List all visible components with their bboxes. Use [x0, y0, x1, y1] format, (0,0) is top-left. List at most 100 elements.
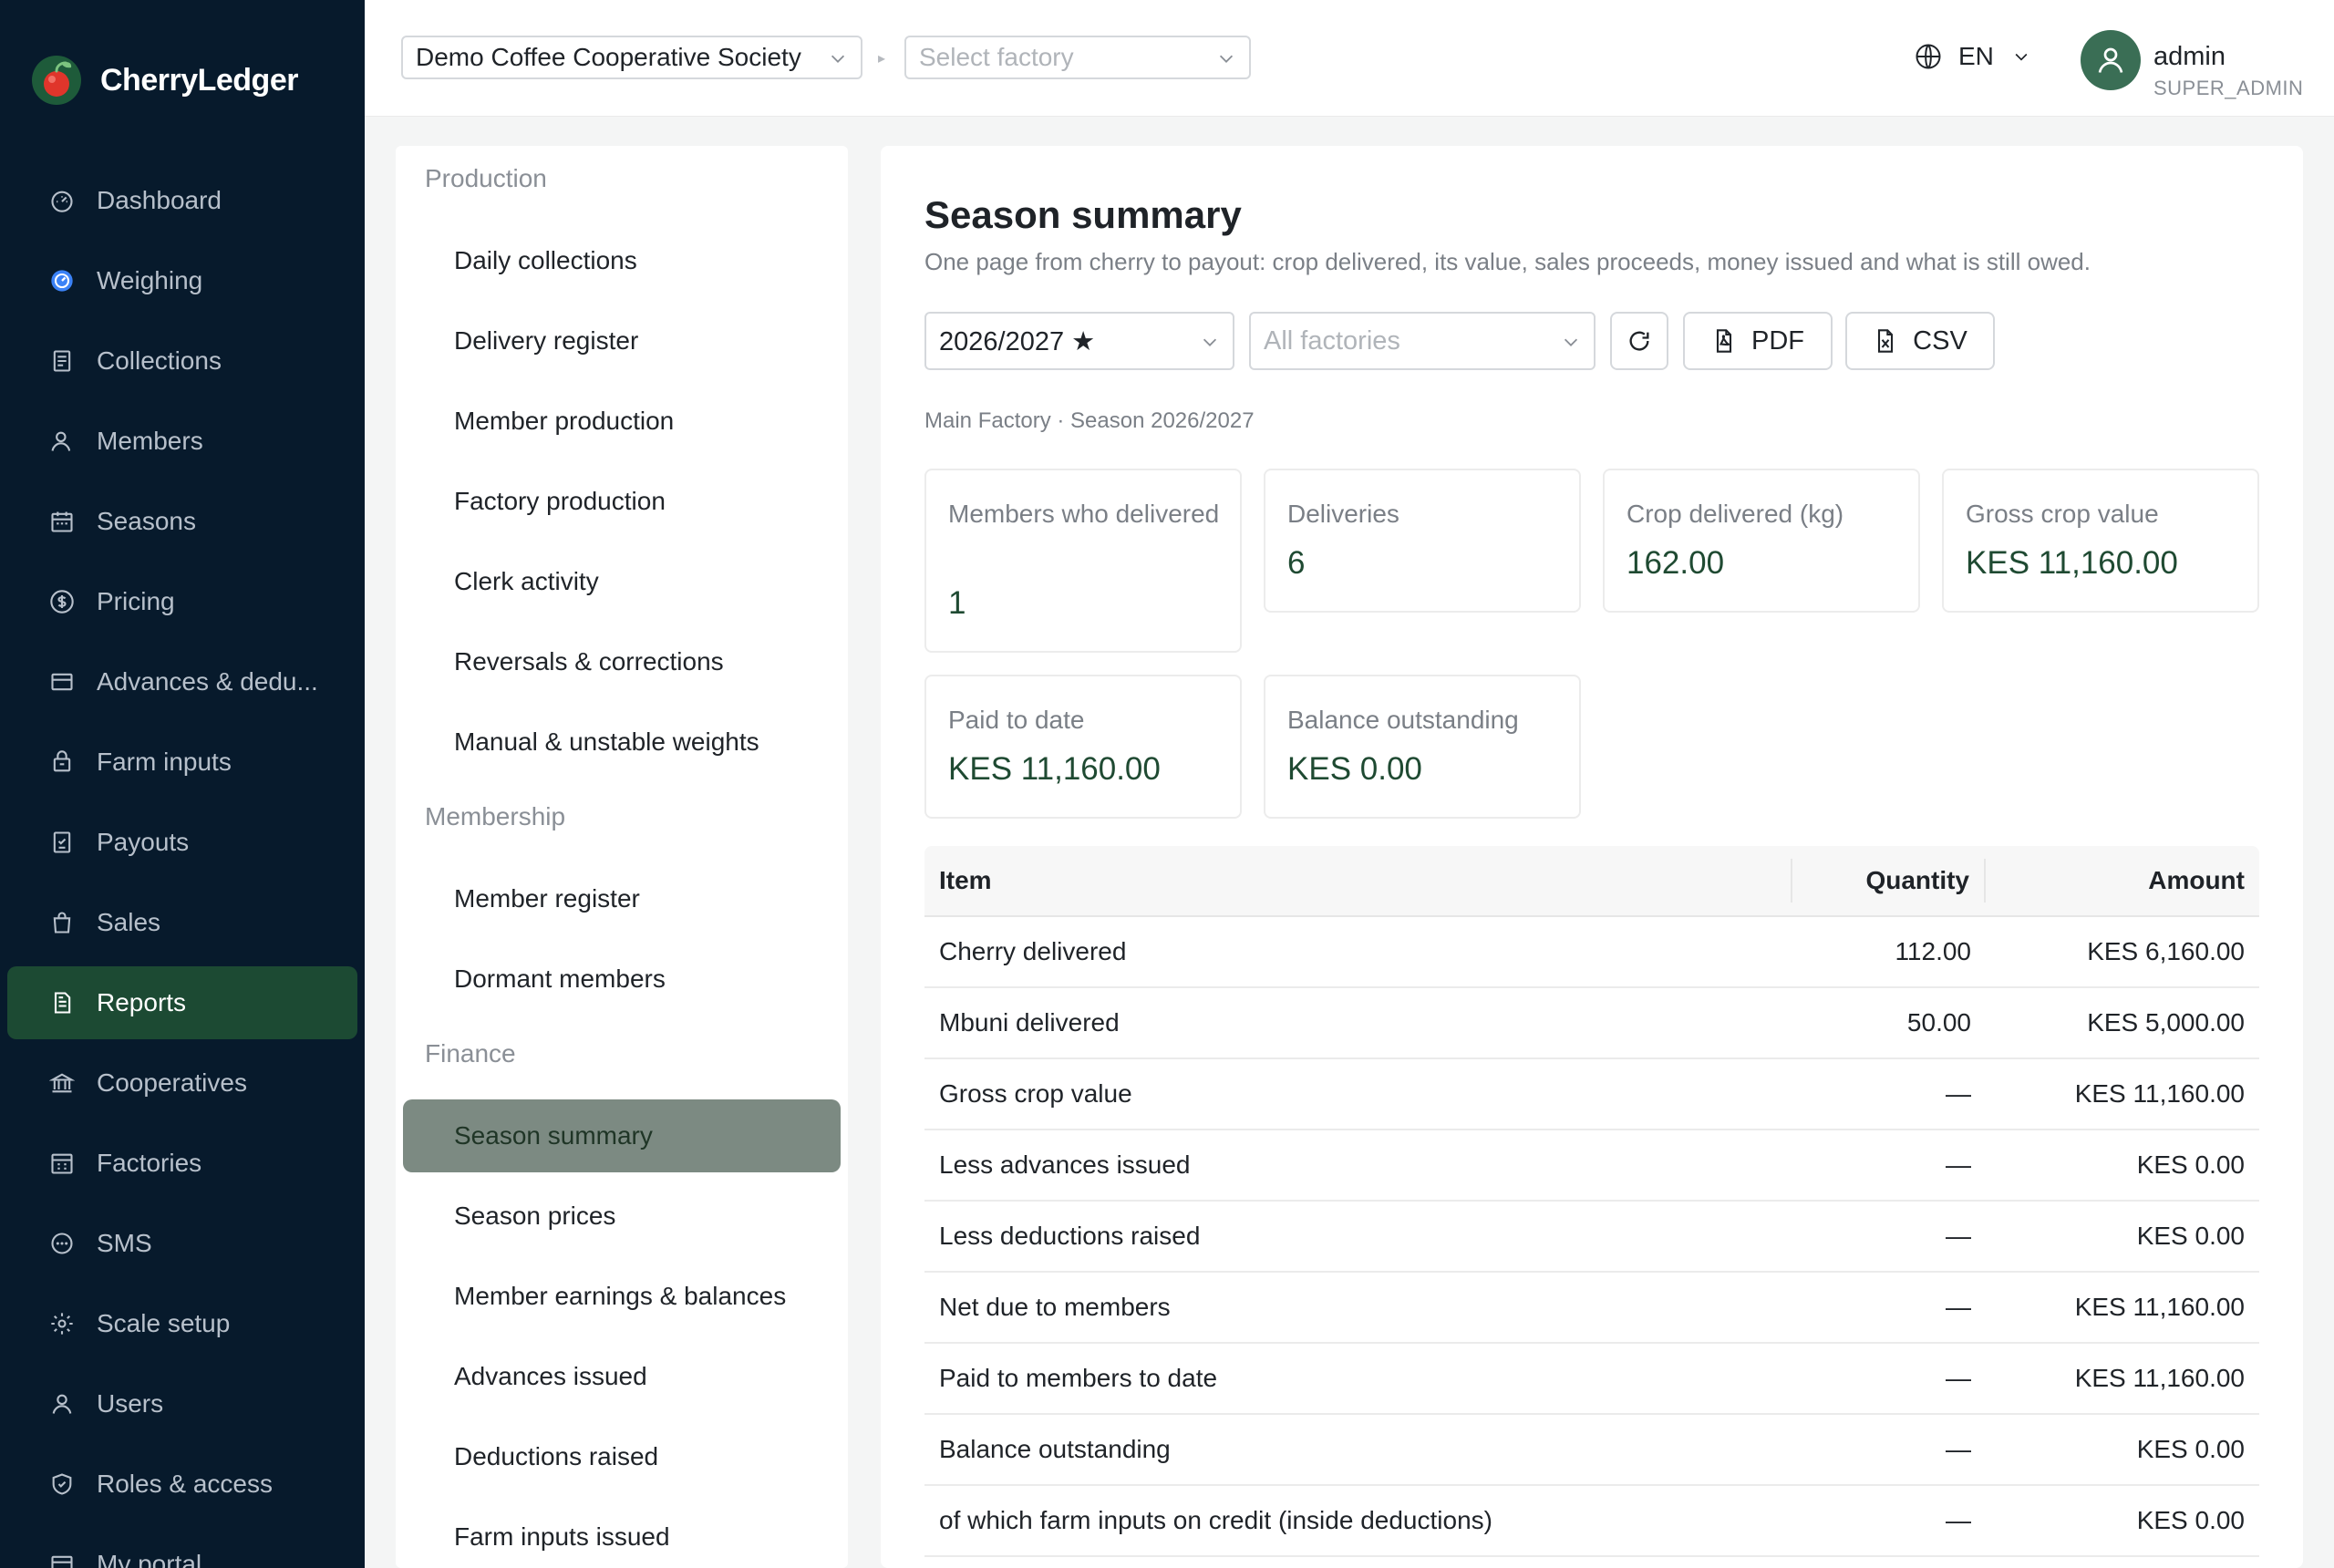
row-amount: KES 0.00 [2136, 1506, 2245, 1534]
menu-item-farm-inputs-issued[interactable]: Farm inputs issued [403, 1501, 841, 1568]
sidebar-item-label: Cooperatives [97, 1068, 247, 1097]
refresh-button[interactable] [1610, 312, 1668, 370]
export-csv-label: CSV [1913, 325, 1967, 356]
sidebar-item-label: My portal [97, 1550, 202, 1568]
row-item: Gross crop value [939, 1079, 1132, 1108]
sidebar-item-seasons[interactable]: Seasons [7, 485, 357, 558]
sidebar-item-label: Factories [97, 1149, 202, 1177]
row-item: of which farm inputs on credit (inside d… [939, 1506, 1492, 1534]
user-name[interactable]: admin [2153, 42, 2226, 72]
sidebar-item-my-portal[interactable]: My portal [7, 1528, 357, 1568]
sidebar-item-cooperatives[interactable]: Cooperatives [7, 1047, 357, 1119]
factory-select-placeholder: Select factory [919, 43, 1074, 71]
brand[interactable]: CherryLedger [31, 55, 298, 106]
table-row: Gross crop value — KES 11,160.00 [924, 1059, 2259, 1130]
sidebar-item-payouts[interactable]: Payouts [7, 806, 357, 879]
sidebar-item-roles[interactable]: Roles & access [7, 1448, 357, 1521]
factory-icon [49, 1150, 75, 1176]
language-switcher[interactable]: EN [1915, 38, 2030, 75]
sidebar-item-reports[interactable]: Reports [7, 966, 357, 1039]
export-pdf-button[interactable]: PDF [1683, 312, 1833, 370]
sidebar-item-label: SMS [97, 1229, 152, 1257]
row-quantity: — [1946, 1435, 1971, 1463]
menu-item-manual-weights[interactable]: Manual & unstable weights [403, 706, 841, 779]
dashboard-icon [49, 188, 75, 213]
factory-select[interactable]: Select factory [904, 36, 1251, 79]
sidebar-item-label: Pricing [97, 587, 175, 615]
row-item: Cherry delivered [939, 937, 1127, 965]
cherry-logo-icon [32, 56, 81, 105]
menu-item-reversals[interactable]: Reversals & corrections [403, 625, 841, 698]
summary-card-label: Deliveries [1287, 500, 1399, 528]
row-amount: KES 6,160.00 [2087, 937, 2245, 965]
sidebar-item-advances[interactable]: Advances & dedu... [7, 645, 357, 718]
sidebar-item-weighing[interactable]: Weighing [7, 244, 357, 317]
calendar-icon [49, 509, 75, 534]
export-csv-button[interactable]: CSV [1845, 312, 1995, 370]
report-scope: Main Factory · Season 2026/2027 [924, 408, 1255, 433]
menu-item-member-production[interactable]: Member production [403, 385, 841, 458]
bank-icon [49, 1070, 75, 1096]
sidebar-item-label: Members [97, 427, 203, 455]
menu-group-title: Production [425, 164, 547, 192]
menu-item-season-summary[interactable]: Season summary [403, 1099, 841, 1172]
gear-icon [49, 1311, 75, 1336]
page-title: Season summary [924, 193, 1242, 236]
table-row: Less advances issued — KES 0.00 [924, 1130, 2259, 1202]
organization-select-value: Demo Coffee Cooperative Society [416, 43, 801, 71]
csv-file-icon [1878, 329, 1894, 353]
menu-group-title: Membership [425, 802, 566, 830]
sidebar-item-sales[interactable]: Sales [7, 886, 357, 959]
sidebar-item-collections[interactable]: Collections [7, 325, 357, 397]
menu-item-daily-collections[interactable]: Daily collections [403, 224, 841, 297]
report-menu: Production Daily collections Delivery re… [396, 146, 848, 1568]
table-row: Balance outstanding — KES 0.00 [924, 1415, 2259, 1486]
season-select[interactable]: 2026/2027 ★ [924, 312, 1234, 370]
globe-icon [1916, 44, 1941, 69]
chevron-down-icon [831, 55, 845, 63]
collections-icon [49, 348, 75, 374]
column-header-quantity[interactable]: Quantity [1791, 859, 1986, 903]
sidebar-item-members[interactable]: Members [7, 405, 357, 478]
summary-card-value: KES 11,160.00 [948, 751, 1161, 787]
row-amount: KES 0.00 [2136, 1150, 2245, 1179]
sidebar-item-dashboard[interactable]: Dashboard [7, 164, 357, 237]
menu-item-member-earnings[interactable]: Member earnings & balances [403, 1260, 841, 1333]
sidebar-item-users[interactable]: Users [7, 1367, 357, 1440]
column-header-item[interactable]: Item [924, 866, 1791, 895]
row-item: Paid to members to date [939, 1364, 1218, 1392]
sidebar-item-farm-inputs[interactable]: Farm inputs [7, 726, 357, 799]
summary-card-crop-delivered: Crop delivered (kg) 162.00 [1603, 469, 1920, 613]
menu-item-clerk-activity[interactable]: Clerk activity [403, 545, 841, 618]
menu-item-season-prices[interactable]: Season prices [403, 1180, 841, 1253]
export-pdf-label: PDF [1751, 325, 1804, 356]
season-select-value: 2026/2027 ★ [939, 326, 1096, 356]
menu-item-deductions-raised[interactable]: Deductions raised [403, 1420, 841, 1493]
sidebar-item-sms[interactable]: SMS [7, 1207, 357, 1280]
menu-item-advances-issued[interactable]: Advances issued [403, 1340, 841, 1413]
user-icon [49, 1391, 75, 1417]
sidebar-item-label: Advances & dedu... [97, 667, 318, 696]
menu-item-member-register[interactable]: Member register [403, 862, 841, 935]
sidebar-item-scale-setup[interactable]: Scale setup [7, 1287, 357, 1360]
row-item: Net due to members [939, 1293, 1171, 1321]
row-quantity: — [1946, 1079, 1971, 1108]
sidebar-item-pricing[interactable]: Pricing [7, 565, 357, 638]
page-subtitle: One page from cherry to payout: crop del… [924, 248, 2091, 275]
payout-icon [49, 830, 75, 855]
row-quantity: 112.00 [1895, 937, 1971, 965]
avatar[interactable] [2081, 30, 2141, 90]
menu-item-delivery-register[interactable]: Delivery register [403, 304, 841, 377]
portal-icon [49, 1552, 75, 1568]
row-amount: KES 11,160.00 [2074, 1079, 2245, 1108]
column-header-amount[interactable]: Amount [1986, 866, 2259, 895]
factory-filter-select[interactable]: All factories [1249, 312, 1596, 370]
shopping-bag-icon [49, 910, 75, 935]
summary-card-label: Paid to date [948, 706, 1085, 734]
menu-item-factory-production[interactable]: Factory production [403, 465, 841, 538]
organization-select[interactable]: Demo Coffee Cooperative Society [401, 36, 862, 79]
sidebar-item-factories[interactable]: Factories [7, 1127, 357, 1200]
row-quantity: — [1946, 1364, 1971, 1392]
menu-item-dormant-members[interactable]: Dormant members [403, 943, 841, 1016]
summary-card-gross-value: Gross crop value KES 11,160.00 [1942, 469, 2259, 613]
